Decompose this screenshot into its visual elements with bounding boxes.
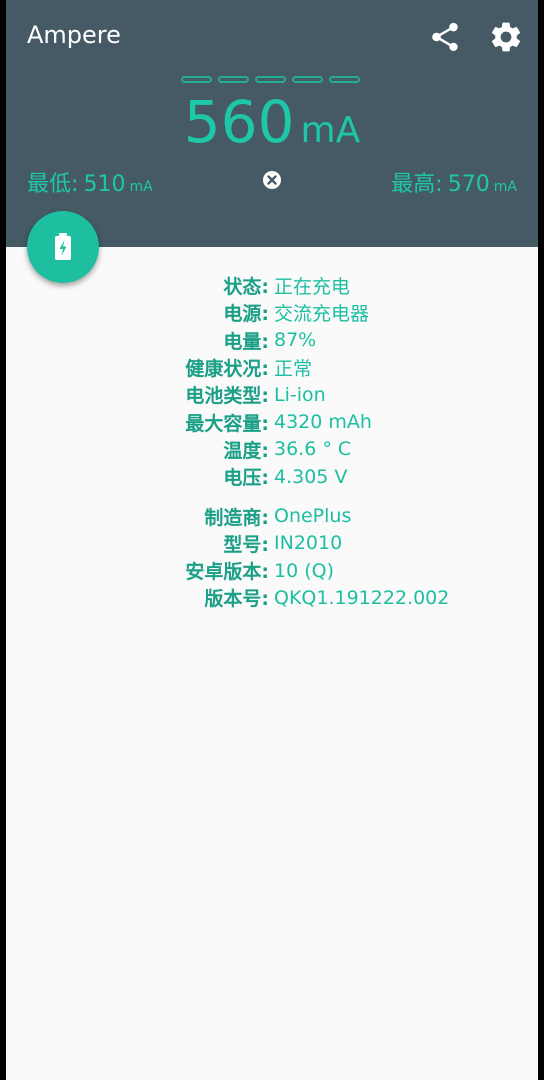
max-value: 570: [447, 172, 490, 197]
max-unit: mA: [493, 179, 517, 195]
share-icon: [432, 22, 458, 52]
min-reading: 最低: 510 mA: [27, 166, 153, 198]
gear-icon: [491, 22, 521, 52]
info-row-manufacturer: 制造商: OnePlus: [6, 502, 538, 529]
current-value: 560: [183, 88, 295, 156]
info-row-battery-type: 电池类型: Li-ion: [6, 381, 538, 408]
info-row-level: 电量: 87%: [6, 327, 538, 354]
share-button[interactable]: [426, 18, 464, 56]
level-bar: [292, 76, 323, 83]
info-row-health: 健康状况: 正常: [6, 354, 538, 381]
info-label: 温度:: [223, 439, 269, 462]
info-label: 最大容量:: [185, 412, 269, 435]
level-bar: [218, 76, 249, 83]
info-value: OnePlus: [274, 505, 352, 528]
info-value: 10 (Q): [274, 559, 334, 582]
info-value: IN2010: [274, 532, 343, 555]
info-value: 4320 mAh: [274, 411, 372, 434]
info-row-android-version: 安卓版本: 10 (Q): [6, 557, 538, 584]
info-value: Li-ion: [274, 383, 326, 406]
info-value: 4.305 V: [274, 465, 348, 488]
min-label: 最低:: [27, 172, 79, 197]
battery-info-list: 状态: 正在充电 电源: 交流充电器 电量: 87% 健康状况: 正常 电池类型…: [6, 272, 538, 490]
current-unit: mA: [300, 110, 361, 151]
level-bar: [255, 76, 286, 83]
header: Ampere 560 mA 最低: 510 mA 最高: 570 mA: [6, 0, 538, 247]
info-row-power-source: 电源: 交流充电器: [6, 299, 538, 326]
info-row-status: 状态: 正在充电: [6, 272, 538, 299]
max-reading: 最高: 570 mA: [391, 166, 517, 198]
info-row-build-number: 版本号: QKQ1.191222.002: [6, 584, 538, 611]
info-row-model: 型号: IN2010: [6, 530, 538, 557]
info-value: 正常: [274, 358, 313, 381]
info-label: 电池类型:: [185, 385, 269, 408]
info-label: 安卓版本:: [185, 561, 269, 584]
info-label: 电源:: [223, 303, 269, 326]
info-value: 交流充电器: [274, 303, 370, 326]
info-section: 状态: 正在充电 电源: 交流充电器 电量: 87% 健康状况: 正常 电池类型…: [6, 272, 538, 612]
max-label: 最高:: [391, 172, 443, 197]
device-info-list: 制造商: OnePlus 型号: IN2010 安卓版本: 10 (Q) 版本号…: [6, 502, 538, 611]
info-row-voltage: 电压: 4.305 V: [6, 463, 538, 490]
info-value: 87%: [274, 329, 317, 352]
info-label: 版本号:: [204, 588, 269, 611]
info-row-temperature: 温度: 36.6 ° C: [6, 436, 538, 463]
info-value: 36.6 ° C: [274, 438, 352, 461]
level-bar: [181, 76, 212, 83]
app-screen: Ampere 560 mA 最低: 510 mA 最高: 570 mA 状态: …: [6, 0, 538, 1080]
level-bar: [329, 76, 360, 83]
info-label: 健康状况:: [185, 358, 269, 381]
battery-charging-icon: [55, 233, 71, 260]
info-label: 状态:: [223, 276, 269, 299]
min-value: 510: [83, 172, 126, 197]
info-label: 电量:: [223, 330, 269, 353]
min-unit: mA: [129, 179, 153, 195]
close-circle-icon: [263, 171, 281, 189]
info-row-capacity: 最大容量: 4320 mAh: [6, 408, 538, 435]
info-value: QKQ1.191222.002: [274, 586, 450, 609]
current-level-bars: [181, 76, 365, 86]
app-title: Ampere: [27, 21, 121, 49]
reset-minmax-button[interactable]: [262, 170, 282, 190]
current-reading: 560 mA: [6, 88, 538, 156]
info-label: 电压:: [223, 467, 269, 490]
info-label: 制造商:: [204, 506, 269, 529]
info-label: 型号:: [223, 533, 269, 556]
settings-button[interactable]: [487, 18, 525, 56]
info-value: 正在充电: [274, 276, 351, 299]
